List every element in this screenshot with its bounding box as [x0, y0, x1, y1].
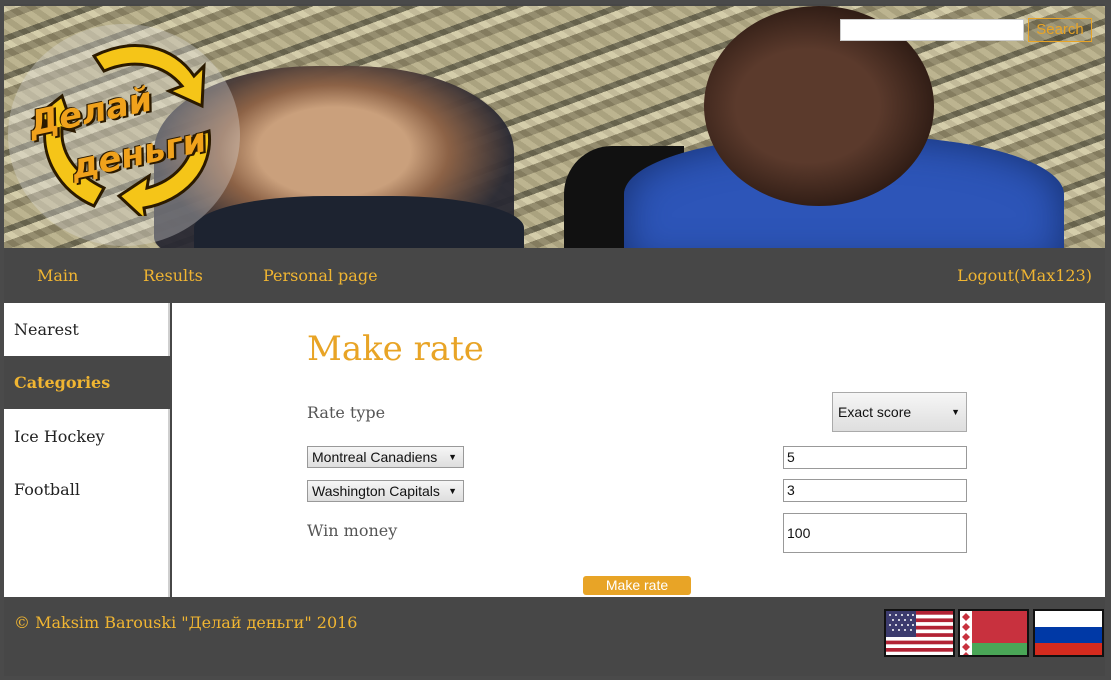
search-button[interactable]: Search	[1028, 18, 1092, 42]
search-input[interactable]	[840, 19, 1024, 41]
russia-flag-icon[interactable]	[1033, 609, 1104, 657]
rate-type-value: Exact score	[838, 404, 912, 420]
page-frame: Делай деньги Search Main Results Persona…	[4, 4, 1105, 676]
team2-select[interactable]: Washington Capitals ▼	[307, 480, 464, 502]
make-rate-button[interactable]: Make rate	[583, 576, 691, 595]
sidebar: Nearest Categories Ice Hockey Football	[4, 303, 170, 597]
win-money-input[interactable]: 100	[783, 513, 967, 553]
team1-score-input[interactable]: 5	[783, 446, 967, 469]
chevron-down-icon: ▼	[448, 452, 457, 462]
team2-score-input[interactable]: 3	[783, 479, 967, 502]
sidebar-item-ice-hockey[interactable]: Ice Hockey	[4, 410, 170, 463]
main-nav: Main Results Personal page Logout(Max123…	[4, 248, 1105, 303]
chevron-down-icon: ▼	[951, 407, 960, 417]
team1-name: Montreal Canadiens	[312, 449, 438, 465]
banner-person-right	[564, 6, 1084, 248]
nav-link-results[interactable]: Results	[143, 266, 203, 285]
win-money-label: Win money	[307, 521, 398, 540]
main-content: Make rate Rate type Exact score ▼ Montre…	[172, 303, 1105, 597]
team1-select[interactable]: Montreal Canadiens ▼	[307, 446, 464, 468]
header-banner: Делай деньги Search	[4, 6, 1105, 248]
sidebar-item-categories[interactable]: Categories	[4, 356, 170, 409]
page-title: Make rate	[307, 329, 484, 369]
rate-type-select[interactable]: Exact score ▼	[832, 392, 967, 432]
sidebar-item-nearest[interactable]: Nearest	[4, 303, 170, 356]
nav-link-personal-page[interactable]: Personal page	[263, 266, 378, 285]
belarus-flag-icon[interactable]	[958, 609, 1029, 657]
footer: © Maksim Barouski "Делай деньги" 2016	[4, 597, 1105, 676]
chevron-down-icon: ▼	[448, 486, 457, 496]
team2-name: Washington Capitals	[312, 483, 440, 499]
copyright-text: © Maksim Barouski "Делай деньги" 2016	[14, 613, 358, 632]
rate-type-label: Rate type	[307, 403, 386, 422]
logout-link[interactable]: Logout(Max123)	[957, 266, 1092, 285]
sidebar-item-football[interactable]: Football	[4, 463, 170, 516]
us-flag-icon[interactable]	[884, 609, 955, 657]
nav-link-main[interactable]: Main	[37, 266, 78, 285]
